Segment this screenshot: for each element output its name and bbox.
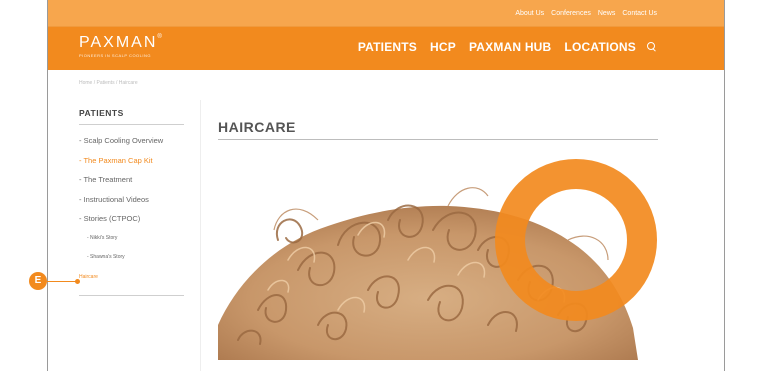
- sidebar-item-scalp-cooling-overview[interactable]: - Scalp Cooling Overview: [79, 131, 184, 151]
- nav-hcp[interactable]: HCP: [430, 40, 456, 54]
- page-title: HAIRCARE: [218, 119, 296, 135]
- sidebar-divider: [79, 295, 184, 296]
- browser-frame: About Us Conferences News Contact Us PAX…: [47, 0, 725, 371]
- sidebar-item-paxman-cap-kit[interactable]: - The Paxman Cap Kit: [79, 151, 184, 171]
- sidebar-title: PATIENTS: [79, 108, 184, 125]
- nav-locations[interactable]: LOCATIONS: [564, 40, 636, 54]
- sidebar-item-the-treatment[interactable]: - The Treatment: [79, 170, 184, 190]
- paxman-logo[interactable]: PAXMAN® PIONEERS IN SCALP COOLING: [79, 34, 164, 58]
- nav-paxman-hub[interactable]: PAXMAN HUB: [469, 40, 551, 54]
- site-header: PAXMAN® PIONEERS IN SCALP COOLING PATIEN…: [48, 27, 724, 70]
- about-us-link[interactable]: About Us: [515, 10, 544, 17]
- nav-patients[interactable]: PATIENTS: [358, 40, 417, 54]
- hero-image-svg: [218, 159, 657, 360]
- sidebar-item-instructional-videos[interactable]: - Instructional Videos: [79, 190, 184, 210]
- search-icon[interactable]: [647, 42, 657, 52]
- contact-us-link[interactable]: Contact Us: [622, 10, 657, 17]
- title-divider: [218, 139, 658, 140]
- utility-bar: About Us Conferences News Contact Us: [48, 0, 724, 27]
- hair-mass: [218, 205, 638, 360]
- callout-line: [47, 281, 77, 282]
- breadcrumb[interactable]: Home / Patients / Haircare: [79, 80, 138, 86]
- callout-dot: [75, 279, 80, 284]
- hero-image: [218, 150, 658, 360]
- sidebar-item-haircare[interactable]: Haircare: [79, 268, 184, 288]
- logo-tagline: PIONEERS IN SCALP COOLING: [79, 53, 151, 58]
- main-nav: PATIENTS HCP PAXMAN HUB LOCATIONS: [345, 40, 657, 54]
- sidebar-item-nikkis-story[interactable]: - Nikki's Story: [79, 229, 184, 249]
- sidebar: PATIENTS - Scalp Cooling Overview - The …: [79, 108, 184, 296]
- conferences-link[interactable]: Conferences: [551, 10, 591, 17]
- news-link[interactable]: News: [598, 10, 616, 17]
- logo-wordmark: PAXMAN®: [79, 34, 164, 51]
- sidebar-item-shawnas-story[interactable]: - Shawna's Story: [79, 248, 184, 268]
- callout-badge: E: [29, 272, 47, 290]
- sidebar-list: - Scalp Cooling Overview - The Paxman Ca…: [79, 131, 184, 287]
- column-divider: [200, 100, 201, 371]
- sidebar-item-stories[interactable]: - Stories (CTPOC): [79, 209, 184, 229]
